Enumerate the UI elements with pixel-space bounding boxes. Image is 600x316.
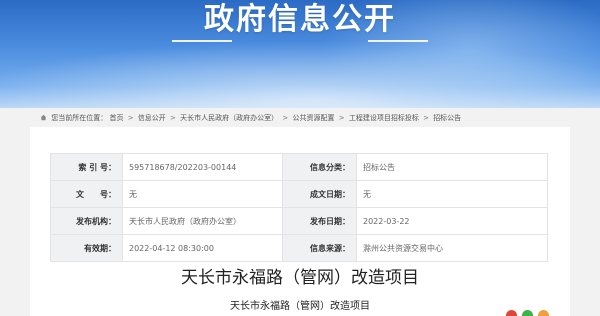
index-number-value: 595718678/202203-00144 (122, 153, 283, 181)
metadata-table: 索 引 号： 595718678/202203-00144 信息分类： 招标公告… (50, 153, 548, 262)
metadata-row: 索 引 号： 595718678/202203-00144 信息分类： 招标公告 (50, 153, 548, 181)
home-icon (40, 114, 47, 121)
breadcrumb-item-info-disclosure[interactable]: 信息公开 (138, 114, 166, 122)
content-panel: 索 引 号： 595718678/202203-00144 信息分类： 招标公告… (30, 127, 570, 316)
document-subtitle: 天长市永福路（管网）改造项目 (230, 301, 370, 312)
banner-title: 政府信息公开 (204, 2, 396, 37)
breadcrumb-item-home[interactable]: 首页 (109, 114, 123, 122)
breadcrumb: 您当前所在位置： 首页 > 信息公开 > 天长市人民政府（政府办公室） > 公共… (40, 112, 461, 124)
index-number-label: 索 引 号： (50, 153, 123, 181)
valid-until-label: 有效期： (50, 234, 123, 262)
info-source-value: 滁州公共资源交易中心 (356, 234, 548, 262)
breadcrumb-item-government[interactable]: 天长市人民政府（政府办公室） (180, 114, 278, 122)
share-weibo-icon[interactable] (506, 310, 517, 316)
breadcrumb-item-tender-notice[interactable]: 招标公告 (433, 114, 461, 122)
publisher-value: 天长市人民政府（政府办公室） (122, 207, 283, 235)
publish-date-label: 发布日期： (282, 207, 357, 235)
info-category-value: 招标公告 (356, 153, 548, 181)
metadata-row: 有效期： 2022-04-12 08:30:00 信息来源： 滁州公共资源交易中… (50, 234, 548, 262)
breadcrumb-prefix: 您当前所在位置： (51, 114, 108, 122)
document-number-value: 无 (122, 180, 283, 208)
breadcrumb-separator: > (170, 114, 176, 122)
breadcrumb-separator: > (338, 114, 345, 122)
metadata-row: 文 号： 无 成文日期： 无 (50, 180, 548, 208)
publish-date-value: 2022-03-22 (356, 207, 548, 235)
banner-title-underline-left (172, 40, 232, 42)
written-date-label: 成文日期： (282, 180, 357, 208)
share-wechat-icon[interactable] (522, 310, 533, 316)
breadcrumb-separator: > (423, 114, 429, 122)
share-qzone-icon[interactable] (538, 310, 549, 316)
document-number-label: 文 号： (50, 180, 123, 208)
written-date-value: 无 (356, 180, 548, 208)
breadcrumb-item-public-resources[interactable]: 公共资源配置 (293, 114, 335, 122)
document-title: 天长市永福路（管网）改造项目 (181, 268, 419, 288)
banner-title-underline-right (368, 40, 428, 42)
banner: 政府信息公开 (0, 0, 600, 108)
breadcrumb-separator: > (127, 114, 134, 122)
valid-until-value: 2022-04-12 08:30:00 (122, 234, 283, 262)
breadcrumb-separator: > (282, 114, 289, 122)
info-category-label: 信息分类： (282, 153, 357, 181)
info-source-label: 信息来源： (282, 234, 357, 262)
metadata-row: 发布机构： 天长市人民政府（政府办公室） 发布日期： 2022-03-22 (50, 207, 548, 235)
breadcrumb-item-bidding[interactable]: 工程建设项目招标投标 (349, 114, 419, 122)
publisher-label: 发布机构： (50, 207, 123, 235)
